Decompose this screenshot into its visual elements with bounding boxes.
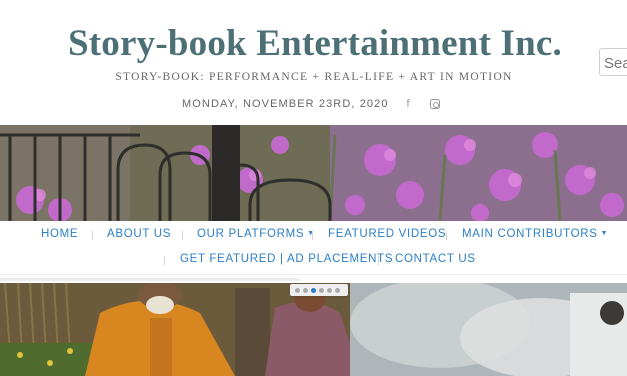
featured-slider-image[interactable] [0, 283, 627, 376]
slider-dot[interactable] [319, 288, 324, 293]
site-title[interactable]: Story-book Entertainment Inc. [0, 22, 627, 65]
nav-divider [182, 231, 183, 240]
nav-contact-us[interactable]: CONTACT US [395, 253, 476, 265]
nav-divider [312, 231, 313, 240]
slider-dot[interactable] [295, 288, 300, 293]
nav-main-contributors[interactable]: MAIN CONTRIBUTORS ▼ [462, 228, 608, 240]
nav-our-platforms-label: OUR PLATFORMS [197, 228, 305, 240]
instagram-icon[interactable] [428, 96, 442, 112]
nav-our-platforms[interactable]: OUR PLATFORMS▼ [197, 228, 315, 240]
nav-divider [378, 256, 379, 265]
nav-divider [92, 231, 93, 240]
site-tagline: STORY-BOOK: PERFORMANCE + REAL-LIFE + AR… [115, 71, 513, 83]
slider-pagination [290, 284, 348, 296]
nav-about-us[interactable]: ABOUT US [107, 228, 171, 240]
nav-featured-videos[interactable]: FEATURED VIDEOS [328, 228, 446, 240]
garden-fence-illustration [0, 125, 627, 221]
slider-dot[interactable] [303, 288, 308, 293]
nav-get-featured[interactable]: GET FEATURED | AD PLACEMENTS [180, 253, 393, 265]
slider-dot[interactable] [335, 288, 340, 293]
main-navigation: HOME ABOUT US OUR PLATFORMS▼ FEATURED VI… [0, 221, 627, 275]
slider-dot-active[interactable] [311, 288, 316, 293]
search-input[interactable] [599, 48, 627, 76]
nav-divider [446, 231, 447, 240]
current-date: MONDAY, NOVEMBER 23RD, 2020 [182, 98, 389, 110]
featured-photo [0, 283, 627, 376]
scroll-track [0, 278, 300, 281]
chevron-down-icon: ▼ [600, 230, 609, 237]
nav-main-contributors-label: MAIN CONTRIBUTORS [462, 228, 598, 240]
slider-dot[interactable] [327, 288, 332, 293]
nav-divider [164, 256, 165, 265]
header-banner-image [0, 125, 627, 221]
date-social-row: MONDAY, NOVEMBER 23RD, 2020 f [0, 96, 627, 114]
nav-home[interactable]: HOME [41, 228, 78, 240]
facebook-icon[interactable]: f [401, 96, 415, 112]
